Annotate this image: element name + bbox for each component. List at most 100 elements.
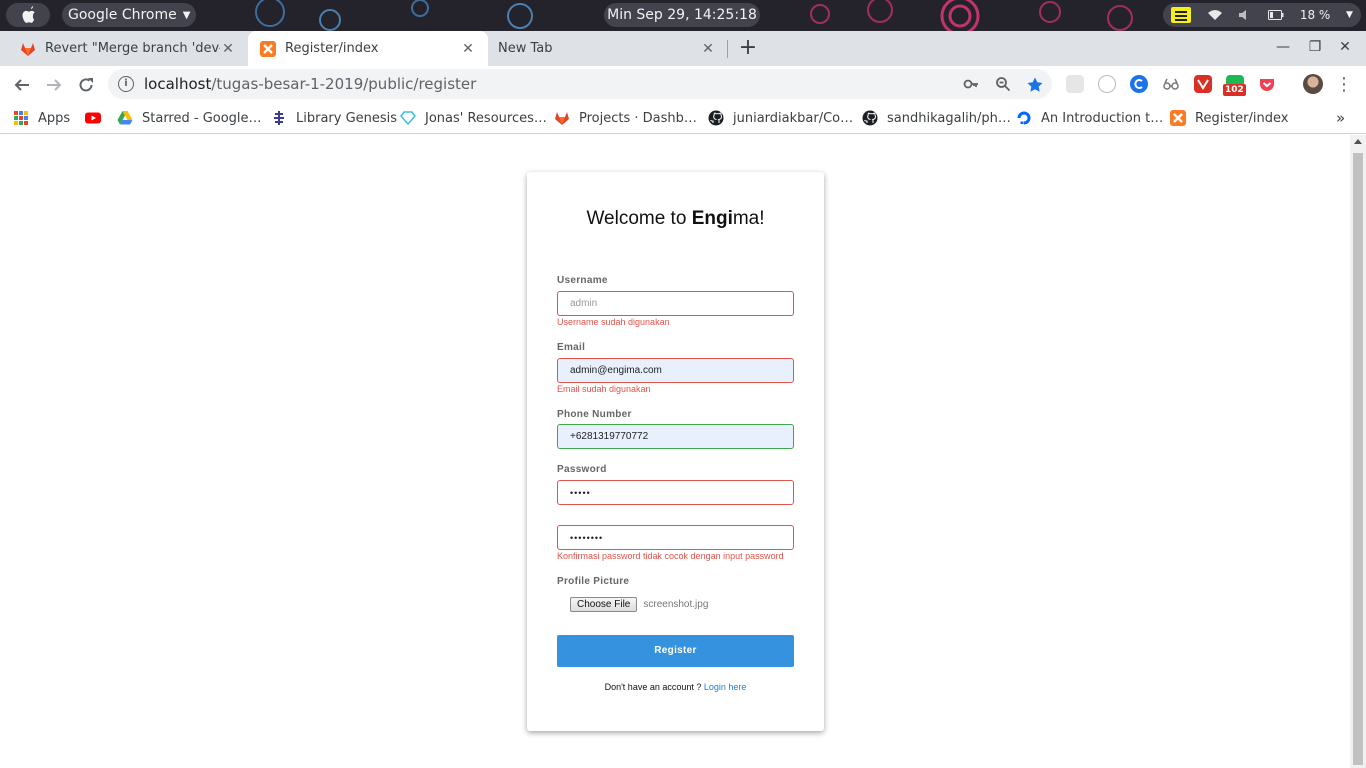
email-input[interactable]: admin@engima.com xyxy=(557,358,794,383)
profile-avatar[interactable] xyxy=(1303,74,1323,94)
xampp-icon xyxy=(1170,110,1186,126)
tab-separator xyxy=(727,40,728,58)
key-icon[interactable] xyxy=(962,76,980,94)
gitlab-icon xyxy=(21,42,35,56)
extension-glasses-icon[interactable] xyxy=(1162,75,1180,93)
url-host: localhost xyxy=(144,75,212,93)
reload-button[interactable] xyxy=(74,73,98,97)
extension-grammarly-icon[interactable] xyxy=(1130,75,1148,93)
google-drive-icon xyxy=(117,111,133,125)
system-clock[interactable]: Min Sep 29, 14:25:18 xyxy=(604,3,760,27)
info-icon[interactable]: i xyxy=(118,76,134,92)
extension-blank-icon[interactable] xyxy=(1066,75,1084,93)
phone-input[interactable]: +6281319770772 xyxy=(557,424,794,449)
selected-file-name: screenshot.jpg xyxy=(643,599,709,610)
app-menu[interactable]: Google Chrome ▼ xyxy=(62,3,196,27)
arrow-left-icon xyxy=(14,79,29,91)
star-icon[interactable] xyxy=(1026,76,1044,94)
tab-new-tab[interactable]: New Tab ✕ xyxy=(488,31,728,66)
register-button[interactable]: Register xyxy=(557,635,794,667)
notes-tray-icon[interactable] xyxy=(1171,7,1191,23)
chevron-down-icon: ▼ xyxy=(1346,10,1353,20)
address-bar[interactable]: i localhost/tugas-besar-1-2019/public/re… xyxy=(108,69,1052,99)
address-url[interactable]: localhost/tugas-besar-1-2019/public/regi… xyxy=(144,75,476,93)
app-menu-label: Google Chrome xyxy=(68,7,177,23)
username-error: Username sudah digunakan xyxy=(557,317,670,327)
close-window-button[interactable]: ✕ xyxy=(1336,39,1354,55)
digitalocean-icon xyxy=(1017,111,1031,125)
wifi-icon xyxy=(1207,10,1222,20)
welcome-heading: Welcome to Engima! xyxy=(586,208,765,229)
browser-toolbar: i localhost/tugas-besar-1-2019/public/re… xyxy=(0,66,1366,103)
bookmark-jonas-resources[interactable]: Jonas' Resources… xyxy=(400,109,547,127)
confirm-password-input[interactable]: •••••••• xyxy=(557,525,794,550)
extension-pocket-icon[interactable] xyxy=(1258,75,1276,93)
confirm-password-error: Konfirmasi password tidak cocok dengan i… xyxy=(557,551,784,561)
bookmark-label: An Introduction t… xyxy=(1041,110,1164,126)
tab-title: Revert "Merge branch 'dev-fix xyxy=(45,41,220,56)
scroll-up-icon[interactable] xyxy=(1354,139,1362,144)
arrow-right-icon xyxy=(47,79,62,91)
extension-pdf-icon[interactable] xyxy=(1194,75,1212,93)
page-content: Welcome to Engima! Username admin Userna… xyxy=(0,135,1350,768)
email-label: Email xyxy=(557,342,586,353)
gitlab-icon xyxy=(555,112,569,125)
tab-gitlab-revert[interactable]: Revert "Merge branch 'dev-fix ✕ xyxy=(8,31,248,66)
password-input[interactable]: ••••• xyxy=(557,480,794,505)
bookmark-register-index[interactable]: Register/index xyxy=(1170,109,1288,127)
close-icon[interactable]: ✕ xyxy=(220,41,236,57)
browser-tab-strip: Revert "Merge branch 'dev-fix ✕ Register… xyxy=(0,31,1366,66)
tab-register-index[interactable]: Register/index ✕ xyxy=(248,31,488,66)
bookmark-library-genesis[interactable]: Library Genesis xyxy=(271,109,397,127)
bookmark-label: Jonas' Resources… xyxy=(425,110,547,126)
new-tab-button[interactable]: + xyxy=(736,37,760,61)
library-icon xyxy=(274,111,284,125)
volume-icon xyxy=(1239,10,1247,20)
bookmarks-overflow-icon[interactable]: » xyxy=(1336,109,1345,127)
bookmark-starred-google-drive[interactable]: Starred - Google… xyxy=(117,109,262,127)
page-scrollbar[interactable] xyxy=(1350,135,1366,768)
system-status-area[interactable]: 18 % ▼ xyxy=(1163,3,1361,27)
bookmark-label: Library Genesis xyxy=(296,110,398,126)
bookmark-apps[interactable]: Apps xyxy=(14,109,70,127)
bookmark-youtube[interactable] xyxy=(85,109,110,127)
choose-file-button[interactable]: Choose File xyxy=(570,597,638,612)
clock-text: Min Sep 29, 14:25:18 xyxy=(607,7,757,23)
login-prompt-text: Don't have an account ? xyxy=(604,682,704,692)
youtube-icon xyxy=(85,112,101,124)
minimize-button[interactable]: — xyxy=(1274,39,1292,55)
bookmark-projects-dashboard[interactable]: Projects · Dashb… xyxy=(554,109,697,127)
zoom-icon[interactable] xyxy=(994,76,1012,94)
back-button[interactable] xyxy=(10,73,34,97)
menu-kebab-icon[interactable]: ⋮ xyxy=(1332,73,1356,97)
os-top-bar: Google Chrome ▼ Min Sep 29, 14:25:18 18 … xyxy=(0,0,1366,31)
close-icon[interactable]: ✕ xyxy=(460,41,476,57)
tab-title: New Tab xyxy=(498,41,553,56)
apps-grid-icon xyxy=(14,111,28,125)
close-icon[interactable]: ✕ xyxy=(700,41,716,57)
extension-badge: 102 xyxy=(1223,84,1246,96)
bookmark-label: juniardiakbar/Co… xyxy=(733,110,854,126)
extension-face-icon[interactable] xyxy=(1098,75,1116,93)
bookmark-github-juniardiakbar[interactable]: juniardiakbar/Co… xyxy=(708,109,853,127)
scrollbar-thumb[interactable] xyxy=(1353,153,1363,765)
apple-menu-button[interactable] xyxy=(6,3,50,27)
xampp-icon xyxy=(260,40,276,57)
bookmark-label: Register/index xyxy=(1195,110,1289,126)
github-icon xyxy=(708,110,724,126)
restore-button[interactable]: ❐ xyxy=(1306,39,1324,55)
bookmark-github-sandhikagalih[interactable]: sandhikagalih/ph… xyxy=(862,109,1011,127)
battery-icon xyxy=(1268,10,1284,20)
username-label: Username xyxy=(557,275,608,286)
bookmark-an-introduction[interactable]: An Introduction t… xyxy=(1016,109,1163,127)
profile-picture-input: Choose File screenshot.jpg xyxy=(570,597,708,612)
url-path: /tugas-besar-1-2019/public/register xyxy=(211,75,477,93)
forward-button[interactable] xyxy=(42,73,66,97)
profile-picture-label: Profile Picture xyxy=(557,576,630,587)
phone-label: Phone Number xyxy=(557,409,632,420)
diamond-icon xyxy=(400,111,416,126)
username-input[interactable]: admin xyxy=(557,291,794,316)
login-link[interactable]: Login here xyxy=(704,682,747,692)
register-card: Welcome to Engima! Username admin Userna… xyxy=(527,172,824,731)
chevron-down-icon: ▼ xyxy=(182,9,191,21)
